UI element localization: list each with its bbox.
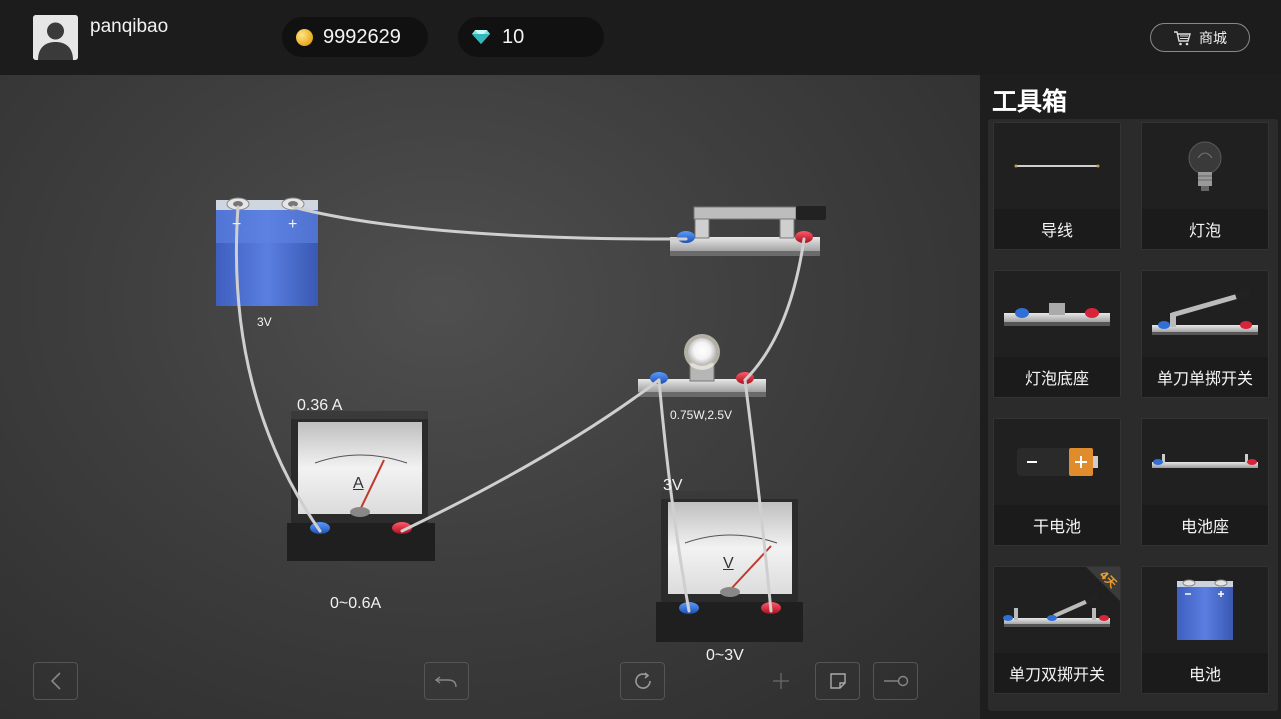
battery-voltage: 3V: [257, 315, 272, 329]
reset-button[interactable]: [620, 662, 665, 700]
voltmeter-reading: 3V: [663, 477, 683, 494]
user-silhouette-icon: [33, 15, 78, 60]
coin-icon: [296, 28, 313, 46]
tool-label: 灯泡: [1142, 209, 1268, 249]
tool-spst-switch[interactable]: 单刀单掷开关: [1141, 270, 1269, 398]
avatar[interactable]: [33, 15, 78, 60]
spst-switch-icon: [1152, 289, 1258, 335]
ammeter-letter: A: [353, 475, 364, 492]
add-button[interactable]: [758, 662, 803, 700]
tool-thumb: [1142, 567, 1268, 653]
back-button[interactable]: [33, 662, 78, 700]
switch-toggle-button[interactable]: [873, 662, 918, 700]
tool-label: 单刀双掷开关: [994, 653, 1120, 693]
coin-count: 9992629: [323, 25, 401, 48]
tool-label: 电池: [1142, 653, 1268, 693]
undo-icon: [434, 676, 457, 688]
tool-label: 电池座: [1142, 505, 1268, 545]
shop-button[interactable]: 商城: [1150, 23, 1250, 52]
battery-holder-icon: [1152, 454, 1258, 468]
note-button[interactable]: [815, 662, 860, 700]
bulb-icon: [1188, 141, 1222, 191]
gem-count: 10: [502, 25, 525, 48]
circuit-canvas: [216, 197, 826, 642]
tool-label: 干电池: [994, 505, 1120, 545]
voltmeter-letter: V: [723, 555, 734, 572]
battery-minus-label: −: [232, 216, 242, 233]
top-bar: panqibao 9992629 10 商城: [0, 0, 1281, 75]
username: panqibao: [90, 16, 169, 37]
tool-label: 灯泡底座: [994, 357, 1120, 397]
bulb-spec: 0.75W,2.5V: [670, 408, 733, 422]
toolbox-panel: 工具箱 导线 灯泡 灯泡底座 单刀单掷开关 干电池 电池座 4天 单刀双掷开关 …: [980, 75, 1281, 719]
battery[interactable]: [216, 197, 318, 306]
gem-balance: 10: [458, 17, 604, 57]
coin-balance: 9992629: [282, 17, 428, 57]
ammeter-reading: 0.36 A: [297, 397, 343, 414]
tool-battery-holder[interactable]: 电池座: [1141, 418, 1269, 546]
tool-thumb: [1142, 419, 1268, 505]
tool-label: 导线: [994, 209, 1120, 249]
tool-thumb: [994, 419, 1120, 505]
tool-wire[interactable]: 导线: [993, 122, 1121, 250]
tool-thumb: [994, 271, 1120, 357]
tool-label: 单刀单掷开关: [1142, 357, 1268, 397]
wire-icon: [1014, 164, 1100, 168]
cart-icon: [1174, 30, 1191, 45]
toolbox-grid: 导线 灯泡 灯泡底座 单刀单掷开关 干电池 电池座 4天 单刀双掷开关 电池: [988, 119, 1278, 711]
battery-icon: [1177, 579, 1233, 640]
plus-icon: [772, 673, 789, 689]
tool-battery[interactable]: 电池: [1141, 566, 1269, 694]
voltmeter-range: 0~3V: [706, 647, 744, 664]
dry-cell-icon: [1017, 448, 1098, 476]
tool-thumb: [994, 123, 1120, 209]
shop-label: 商城: [1199, 30, 1227, 47]
chevron-left-icon: [50, 672, 61, 690]
toolbox-title: 工具箱: [992, 87, 1068, 116]
tool-bulb[interactable]: 灯泡: [1141, 122, 1269, 250]
refresh-icon: [634, 672, 651, 689]
diamond-icon: [472, 30, 490, 44]
tool-thumb: [1142, 123, 1268, 209]
tool-spdt-switch[interactable]: 4天 单刀双掷开关: [993, 566, 1121, 694]
note-icon: [829, 673, 846, 689]
bulb-base-icon: [1004, 303, 1110, 326]
undo-button[interactable]: [424, 662, 469, 700]
tool-bulb-base[interactable]: 灯泡底座: [993, 270, 1121, 398]
ammeter-range: 0~0.6A: [330, 595, 382, 612]
circuit-workspace[interactable]: − + 3V 0.75W,2.5V 0.36 A A 0~0.6A 3V V 0…: [0, 75, 980, 719]
tool-thumb: [1142, 271, 1268, 357]
battery-plus-label: +: [288, 216, 298, 233]
switch-icon: [883, 675, 908, 687]
tool-dry-cell[interactable]: 干电池: [993, 418, 1121, 546]
